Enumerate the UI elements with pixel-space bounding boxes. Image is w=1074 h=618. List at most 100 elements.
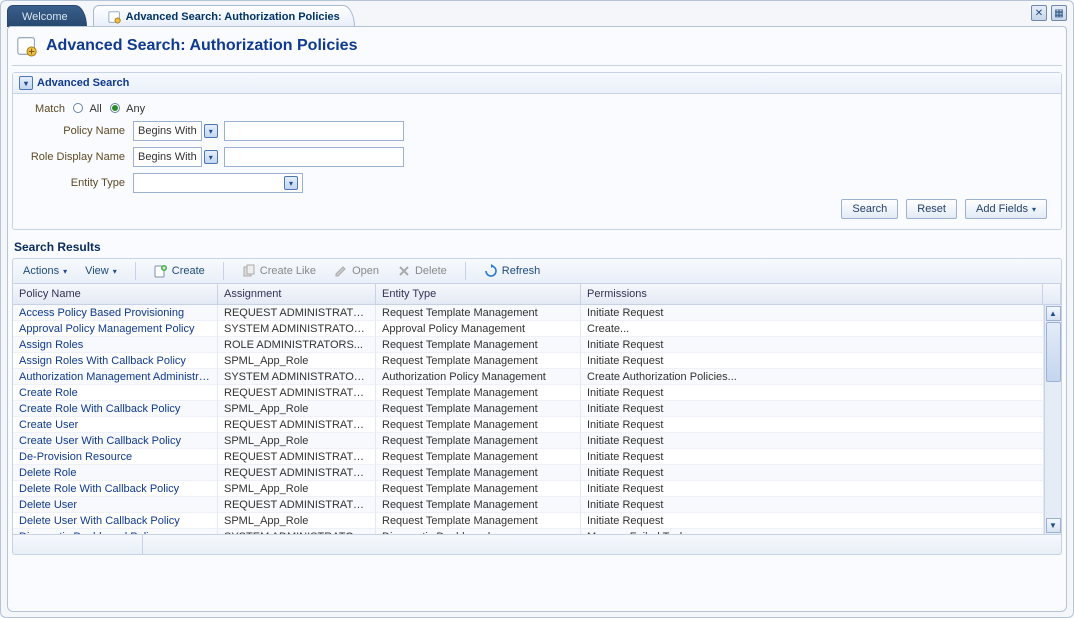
advanced-search-header[interactable]: ▾ Advanced Search [13,73,1061,94]
delete-button[interactable]: Delete [393,262,451,280]
chevron-down-icon: ▾ [1032,205,1036,214]
tab-list-icon[interactable]: ▦ [1051,5,1067,21]
cell-entity-type: Diagnostic Dashboard [376,529,581,534]
role-display-name-input[interactable] [224,147,404,167]
search-button[interactable]: Search [841,199,898,219]
cell-entity-type: Request Template Management [376,465,581,481]
create-icon [154,264,168,278]
cell-entity-type: Request Template Management [376,417,581,433]
table-row[interactable]: Create RoleREQUEST ADMINISTRATORSRequest… [13,385,1044,401]
cell-policy-name[interactable]: De-Provision Resource [13,449,218,465]
scroll-down-icon[interactable]: ▼ [1046,518,1061,533]
cell-permissions: Initiate Request [581,449,1044,465]
actions-menu[interactable]: Actions▾ [19,263,71,279]
cell-permissions: Initiate Request [581,497,1044,513]
cell-permissions: Create... [581,321,1044,337]
cell-permissions: Initiate Request [581,433,1044,449]
policy-name-operator[interactable]: Begins With [133,121,202,141]
cell-permissions: Initiate Request [581,465,1044,481]
results-footer [12,535,1062,555]
table-row[interactable]: Delete User With Callback PolicySPML_App… [13,513,1044,529]
results-grid-body[interactable]: Access Policy Based ProvisioningREQUEST … [13,305,1044,534]
match-row: Match All Any [23,102,1051,115]
table-row[interactable]: Access Policy Based ProvisioningREQUEST … [13,305,1044,321]
cell-policy-name[interactable]: Assign Roles With Callback Policy [13,353,218,369]
policy-name-row: Policy Name Begins With ▾ [23,121,1051,141]
separator [223,262,224,280]
reset-button[interactable]: Reset [906,199,957,219]
table-row[interactable]: De-Provision ResourceREQUEST ADMINISTRAT… [13,449,1044,465]
cell-assignment: REQUEST ADMINISTRATORS [218,305,376,321]
table-row[interactable]: Authorization Management AdministrationS… [13,369,1044,385]
table-row[interactable]: Assign RolesROLE ADMINISTRATORS...Reques… [13,337,1044,353]
cell-policy-name[interactable]: Delete Role [13,465,218,481]
cell-permissions: Initiate Request [581,401,1044,417]
cell-policy-name[interactable]: Assign Roles [13,337,218,353]
cell-policy-name[interactable]: Authorization Management Administration [13,369,218,385]
cell-policy-name[interactable]: Delete Role With Callback Policy [13,481,218,497]
cell-entity-type: Request Template Management [376,353,581,369]
cell-policy-name[interactable]: Create User [13,417,218,433]
table-row[interactable]: Create UserREQUEST ADMINISTRATORSRequest… [13,417,1044,433]
col-assignment[interactable]: Assignment [218,284,376,304]
entity-type-select[interactable]: ▾ [133,173,303,193]
cell-permissions: Initiate Request [581,305,1044,321]
role-display-name-operator[interactable]: Begins With [133,147,202,167]
radio-all[interactable]: All [73,102,102,115]
tab-advanced-search[interactable]: Advanced Search: Authorization Policies [93,5,355,27]
chevron-down-icon[interactable]: ▾ [204,124,218,138]
radio-any[interactable]: Any [110,102,145,115]
scroll-thumb[interactable] [1046,322,1061,382]
refresh-icon [484,264,498,278]
cell-permissions: Initiate Request [581,353,1044,369]
cell-assignment: REQUEST ADMINISTRATORS [218,417,376,433]
table-row[interactable]: Assign Roles With Callback PolicySPML_Ap… [13,353,1044,369]
tab-tools: ✕ ▦ [1031,5,1067,21]
chevron-down-icon[interactable]: ▾ [204,150,218,164]
radio-icon [73,103,83,113]
table-row[interactable]: Create User With Callback PolicySPML_App… [13,433,1044,449]
refresh-button[interactable]: Refresh [480,262,545,280]
cell-policy-name[interactable]: Create Role [13,385,218,401]
cell-policy-name[interactable]: Create Role With Callback Policy [13,401,218,417]
collapse-icon[interactable]: ▾ [19,76,33,90]
entity-type-row: Entity Type ▾ [23,173,1051,193]
tab-welcome[interactable]: Welcome [7,5,87,27]
col-permissions[interactable]: Permissions [581,284,1043,304]
tab-label: Welcome [22,11,72,23]
scroll-track[interactable] [1046,382,1061,517]
create-button[interactable]: Create [150,262,209,280]
tab-bar: Welcome Advanced Search: Authorization P… [7,5,1067,27]
policy-name-input[interactable] [224,121,404,141]
advanced-search-panel: ▾ Advanced Search Match All Any Policy N… [12,72,1062,230]
cell-policy-name[interactable]: Create User With Callback Policy [13,433,218,449]
cell-entity-type: Request Template Management [376,497,581,513]
field-label: Entity Type [23,177,133,189]
open-button[interactable]: Open [330,262,383,280]
table-row[interactable]: Diagnostic Dashboard PolicySYSTEM ADMINI… [13,529,1044,534]
field-label: Role Display Name [23,151,133,163]
cell-assignment: SPML_App_Role [218,433,376,449]
cell-policy-name[interactable]: Delete User With Callback Policy [13,513,218,529]
cell-permissions: Manage Failed Tasks [581,529,1044,534]
cell-policy-name[interactable]: Approval Policy Management Policy [13,321,218,337]
table-row[interactable]: Delete Role With Callback PolicySPML_App… [13,481,1044,497]
table-row[interactable]: Create Role With Callback PolicySPML_App… [13,401,1044,417]
vertical-scrollbar[interactable]: ▲ ▼ [1044,305,1061,534]
cell-policy-name[interactable]: Diagnostic Dashboard Policy [13,529,218,534]
create-like-button[interactable]: Create Like [238,262,320,280]
table-row[interactable]: Delete RoleREQUEST ADMINISTRATORSRequest… [13,465,1044,481]
col-entity-type[interactable]: Entity Type [376,284,581,304]
view-menu[interactable]: View▾ [81,263,121,279]
cell-assignment: SYSTEM ADMINISTRATORS [218,369,376,385]
table-row[interactable]: Delete UserREQUEST ADMINISTRATORSRequest… [13,497,1044,513]
cell-policy-name[interactable]: Access Policy Based Provisioning [13,305,218,321]
table-row[interactable]: Approval Policy Management PolicySYSTEM … [13,321,1044,337]
scroll-up-icon[interactable]: ▲ [1046,306,1061,321]
add-fields-button[interactable]: Add Fields ▾ [965,199,1047,219]
close-tab-icon[interactable]: ✕ [1031,5,1047,21]
separator [465,262,466,280]
cell-policy-name[interactable]: Delete User [13,497,218,513]
cell-entity-type: Request Template Management [376,433,581,449]
col-policy-name[interactable]: Policy Name [13,284,218,304]
